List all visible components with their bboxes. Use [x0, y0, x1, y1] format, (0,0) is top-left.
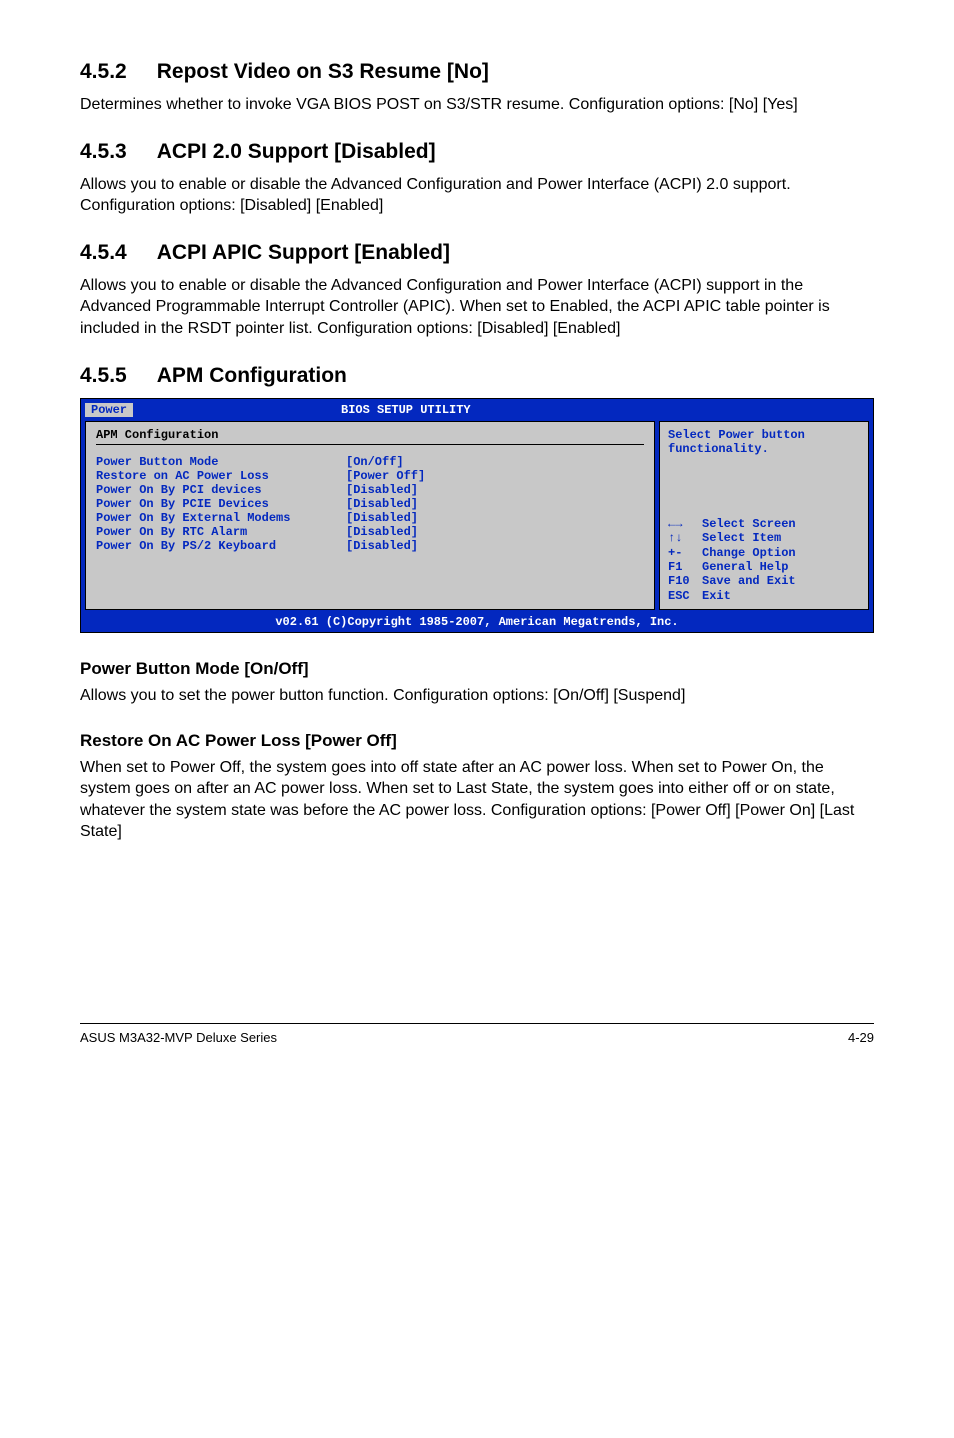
- bios-left-panel: APM Configuration Power Button Mode [On/…: [85, 421, 655, 610]
- bios-keys: ←→ Select Screen ↑↓ Select Item +- Chang…: [668, 517, 860, 603]
- sub-body-restore-ac: When set to Power Off, the system goes i…: [80, 757, 874, 843]
- bios-row-label: Power On By PCI devices: [96, 483, 346, 497]
- bios-row: Power On By PS/2 Keyboard [Disabled]: [96, 539, 644, 553]
- section-body-454: Allows you to enable or disable the Adva…: [80, 275, 874, 340]
- bios-row: Power On By PCIE Devices [Disabled]: [96, 497, 644, 511]
- bios-row: Power Button Mode [On/Off]: [96, 455, 644, 469]
- section-title: ACPI APIC Support [Enabled]: [157, 241, 450, 265]
- f10-key-icon: F10: [668, 574, 702, 588]
- bios-row: Restore on AC Power Loss [Power Off]: [96, 469, 644, 483]
- bios-key-row: ←→ Select Screen: [668, 517, 860, 531]
- section-title: Repost Video on S3 Resume [No]: [157, 60, 489, 84]
- bios-footer: v02.61 (C)Copyright 1985-2007, American …: [81, 614, 873, 632]
- bios-key-row: ↑↓ Select Item: [668, 531, 860, 545]
- bios-rows: Power Button Mode [On/Off] Restore on AC…: [96, 455, 644, 553]
- bios-key-action: Save and Exit: [702, 574, 796, 588]
- section-title: ACPI 2.0 Support [Disabled]: [157, 140, 436, 164]
- subheading-power-button-mode: Power Button Mode [On/Off]: [80, 659, 874, 679]
- esc-key-icon: ESC: [668, 589, 702, 603]
- bios-row-value: [On/Off]: [346, 455, 404, 469]
- bios-row-value: [Disabled]: [346, 525, 418, 539]
- section-heading-453: 4.5.3 ACPI 2.0 Support [Disabled]: [80, 140, 874, 164]
- footer-left: ASUS M3A32-MVP Deluxe Series: [80, 1030, 277, 1045]
- bios-key-action: General Help: [702, 560, 788, 574]
- section-number: 4.5.4: [80, 241, 127, 265]
- bios-row-value: [Disabled]: [346, 497, 418, 511]
- footer-right: 4-29: [848, 1030, 874, 1045]
- bios-row-value: [Disabled]: [346, 539, 418, 553]
- subheading-restore-ac: Restore On AC Power Loss [Power Off]: [80, 731, 874, 751]
- bios-key-action: Select Screen: [702, 517, 796, 531]
- bios-row-value: [Disabled]: [346, 511, 418, 525]
- bios-key-row: ESC Exit: [668, 589, 860, 603]
- bios-row-label: Power On By RTC Alarm: [96, 525, 346, 539]
- bios-row-label: Restore on AC Power Loss: [96, 469, 346, 483]
- section-number: 4.5.5: [80, 364, 127, 388]
- bios-key-action: Select Item: [702, 531, 781, 545]
- bios-row-label: Power Button Mode: [96, 455, 346, 469]
- bios-row: Power On By External Modems [Disabled]: [96, 511, 644, 525]
- bios-screenshot: Power BIOS SETUP UTILITY APM Configurati…: [80, 398, 874, 634]
- plusminus-icon: +-: [668, 546, 702, 560]
- bios-row-value: [Power Off]: [346, 469, 425, 483]
- bios-row: Power On By RTC Alarm [Disabled]: [96, 525, 644, 539]
- section-body-453: Allows you to enable or disable the Adva…: [80, 174, 874, 217]
- bios-right-panel: Select Power button functionality. ←→ Se…: [659, 421, 869, 610]
- bios-row: Power On By PCI devices [Disabled]: [96, 483, 644, 497]
- bios-key-action: Exit: [702, 589, 731, 603]
- section-title: APM Configuration: [157, 364, 347, 388]
- page-footer: ASUS M3A32-MVP Deluxe Series 4-29: [80, 1023, 874, 1045]
- bios-row-value: [Disabled]: [346, 483, 418, 497]
- sub-body-power-button-mode: Allows you to set the power button funct…: [80, 685, 874, 707]
- bios-header-spacer: Power: [81, 403, 281, 417]
- section-number: 4.5.3: [80, 140, 127, 164]
- bios-key-row: +- Change Option: [668, 546, 860, 560]
- bios-tab-power: Power: [85, 403, 133, 417]
- section-body-452: Determines whether to invoke VGA BIOS PO…: [80, 94, 874, 116]
- bios-hint: Select Power button functionality.: [668, 428, 860, 457]
- bios-row-label: Power On By External Modems: [96, 511, 346, 525]
- section-heading-454: 4.5.4 ACPI APIC Support [Enabled]: [80, 241, 874, 265]
- f1-key-icon: F1: [668, 560, 702, 574]
- section-heading-452: 4.5.2 Repost Video on S3 Resume [No]: [80, 60, 874, 84]
- bios-config-title: APM Configuration: [96, 428, 644, 445]
- bios-row-label: Power On By PCIE Devices: [96, 497, 346, 511]
- bios-key-action: Change Option: [702, 546, 796, 560]
- bios-main: APM Configuration Power Button Mode [On/…: [81, 417, 873, 614]
- bios-key-row: F10 Save and Exit: [668, 574, 860, 588]
- section-number: 4.5.2: [80, 60, 127, 84]
- bios-header-title: BIOS SETUP UTILITY: [341, 403, 471, 417]
- arrows-lr-icon: ←→: [668, 517, 702, 531]
- bios-key-row: F1 General Help: [668, 560, 860, 574]
- bios-header-row: Power BIOS SETUP UTILITY: [81, 399, 873, 417]
- arrows-ud-icon: ↑↓: [668, 531, 702, 545]
- bios-row-label: Power On By PS/2 Keyboard: [96, 539, 346, 553]
- section-heading-455: 4.5.5 APM Configuration: [80, 364, 874, 388]
